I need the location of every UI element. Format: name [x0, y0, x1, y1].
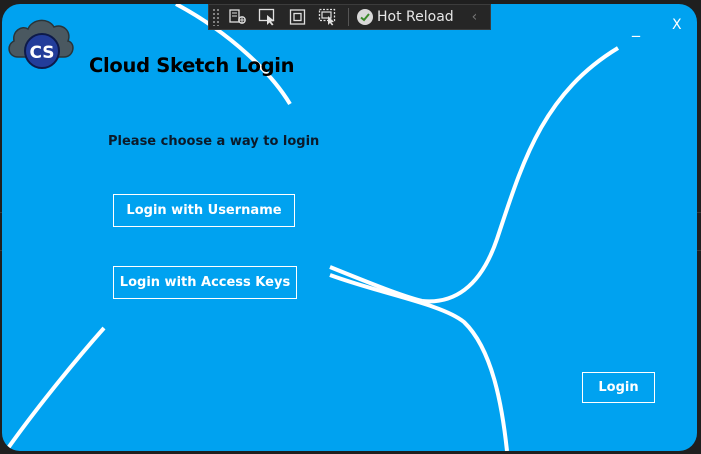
hot-reload-label: Hot Reload — [377, 9, 454, 25]
hot-reload-button[interactable]: Hot Reload — [357, 9, 454, 25]
login-window: CS Cloud Sketch Login Please choose a wa… — [2, 4, 697, 451]
minimize-button[interactable]: _ — [632, 20, 640, 36]
login-instructions: Please choose a way to login — [108, 134, 320, 149]
login-with-access-keys-button[interactable]: Login with Access Keys — [113, 266, 297, 299]
login-with-username-button[interactable]: Login with Username — [113, 194, 295, 227]
live-visual-tree-icon[interactable] — [226, 6, 250, 28]
track-focused-element-icon[interactable] — [316, 6, 340, 28]
toolbar-separator — [348, 8, 349, 26]
logo-text: CS — [29, 43, 54, 63]
toolbar-grip-handle[interactable] — [212, 8, 220, 26]
page-title: Cloud Sketch Login — [89, 54, 295, 77]
login-button[interactable]: Login — [582, 372, 655, 403]
collapse-toolbar-chevron-icon[interactable]: ‹ — [472, 9, 478, 25]
close-button[interactable]: X — [672, 18, 682, 32]
xaml-debug-toolbar: Hot Reload ‹ — [208, 4, 491, 30]
display-layout-adorners-icon[interactable] — [286, 6, 310, 28]
cloud-logo-icon: CS — [4, 13, 78, 71]
select-element-icon[interactable] — [256, 6, 280, 28]
check-circle-icon — [357, 9, 373, 25]
